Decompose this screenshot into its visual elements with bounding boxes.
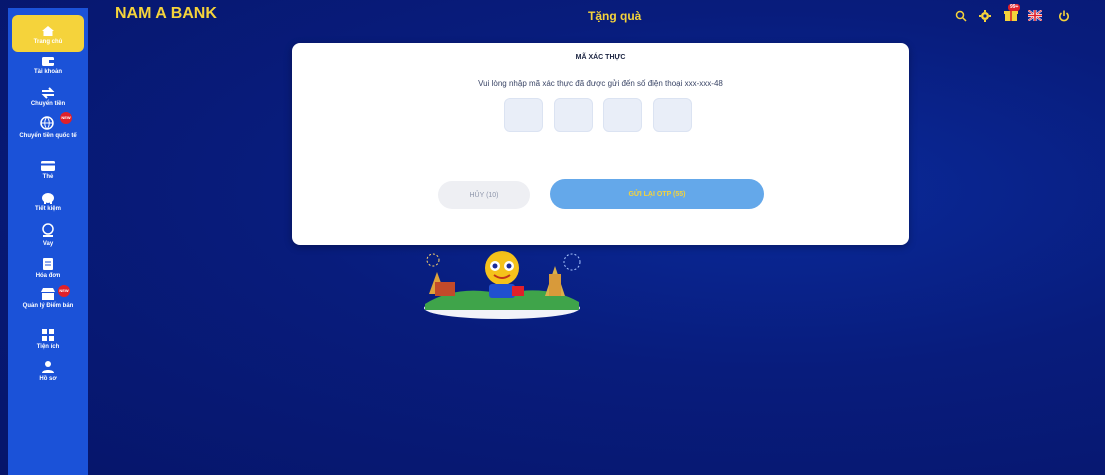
- gift-badge: 99+: [1008, 4, 1021, 11]
- sidebar-item-store-management[interactable]: NEW Quản lý Điểm bán: [8, 285, 88, 310]
- grid-icon: [42, 329, 54, 341]
- sidebar-item-label: Tài khoản: [33, 69, 62, 75]
- sidebar-item-bills[interactable]: Hóa đơn: [8, 257, 88, 280]
- sidebar-item-label: Hóa đơn: [35, 273, 61, 279]
- modal-title: MÃ XÁC THỰC: [575, 54, 626, 61]
- power-icon[interactable]: [1058, 10, 1070, 22]
- sidebar-item-label: Tiện ích: [36, 344, 60, 350]
- home-icon: [42, 26, 54, 36]
- sidebar-item-card[interactable]: Thẻ: [8, 160, 88, 181]
- gear-icon[interactable]: [979, 10, 991, 22]
- store-icon: [41, 288, 55, 300]
- sidebar-item-utilities[interactable]: Tiện ích: [8, 328, 88, 351]
- sidebar-item-label: Tiết kiệm: [35, 206, 61, 212]
- otp-digit-3[interactable]: [603, 98, 642, 132]
- uk-flag-icon[interactable]: [1028, 10, 1042, 21]
- sidebar-item-home[interactable]: Trang chủ: [12, 15, 84, 52]
- sidebar-item-label: Hồ sơ: [39, 376, 57, 382]
- otp-digit-1[interactable]: [504, 98, 543, 132]
- piggy-bank-icon: [42, 193, 54, 204]
- brand-logo: NAM A BANK: [115, 5, 217, 22]
- sidebar-item-loan[interactable]: Vay: [8, 223, 88, 248]
- sidebar-item-international-transfer[interactable]: NEW Chuyển tiền quốc tế: [8, 112, 88, 140]
- otp-modal: MÃ XÁC THỰC Vui lòng nhập mã xác thực đã…: [292, 43, 909, 245]
- sidebar-item-label: Trang chủ: [33, 39, 63, 45]
- sidebar-item-account[interactable]: Tài khoản: [8, 55, 88, 76]
- search-icon[interactable]: [955, 10, 967, 22]
- page-title: Tặng quà: [588, 9, 642, 23]
- globe-money-icon: [40, 116, 54, 130]
- sidebar-item-transfer[interactable]: Chuyển tiền: [8, 87, 88, 108]
- gift-mascot-illustration: [424, 251, 581, 319]
- sidebar: Trang chủ Tài khoản Chuyển tiền NEW Chuy…: [8, 8, 88, 475]
- new-badge: NEW: [58, 285, 70, 297]
- sidebar-item-label: Thẻ: [42, 174, 54, 180]
- sidebar-item-label: Vay: [42, 241, 54, 247]
- sidebar-item-profile[interactable]: Hồ sơ: [8, 360, 88, 383]
- sidebar-item-label: Quản lý Điểm bán: [22, 303, 74, 309]
- resend-otp-button[interactable]: GỬI LẠI OTP (55): [550, 179, 764, 209]
- sidebar-item-savings[interactable]: Tiết kiệm: [8, 191, 88, 213]
- transfer-arrows-icon: [41, 87, 55, 99]
- sidebar-item-label: Chuyển tiền: [30, 101, 66, 107]
- top-bar: NAM A BANK Tặng quà 99+: [88, 0, 1105, 32]
- loan-icon: [42, 223, 54, 237]
- gift-button[interactable]: 99+: [1003, 4, 1021, 27]
- card-icon: [41, 161, 55, 171]
- wallet-icon: [42, 57, 54, 66]
- otp-digit-2[interactable]: [554, 98, 593, 132]
- otp-digit-4[interactable]: [653, 98, 692, 132]
- sidebar-item-label: Chuyển tiền quốc tế: [19, 133, 77, 139]
- bill-icon: [43, 258, 53, 270]
- cancel-button[interactable]: HỦY (10): [438, 181, 530, 209]
- profile-icon: [42, 361, 54, 373]
- new-badge: NEW: [60, 112, 72, 124]
- modal-instruction: Vui lòng nhập mã xác thực đã được gửi đế…: [478, 79, 723, 88]
